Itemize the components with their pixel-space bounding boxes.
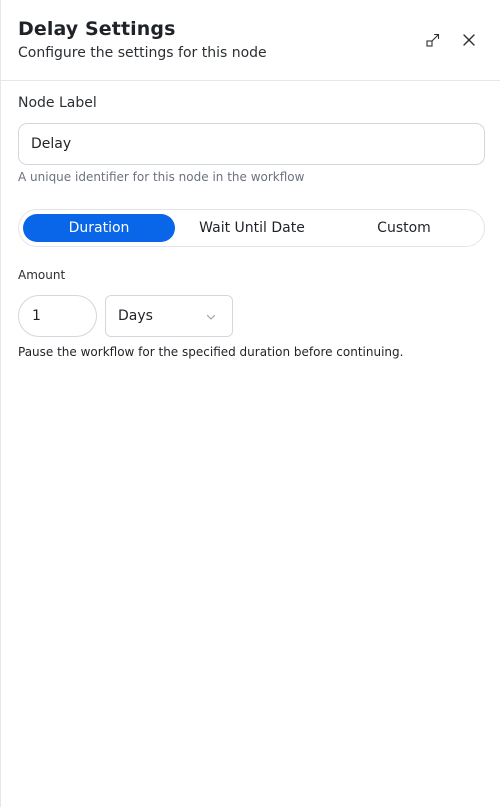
node-label-title: Node Label [18,95,97,111]
expand-button[interactable] [422,29,444,51]
panel-title: Delay Settings [18,18,176,40]
unit-select[interactable]: Days [105,295,233,337]
chevron-down-icon [206,314,216,320]
close-button[interactable] [458,29,480,51]
close-icon [463,34,475,46]
delay-mode-tabs: Duration Wait Until Date Custom [18,209,485,247]
settings-panel: Delay Settings Configure the settings fo… [0,0,500,807]
node-label-help: A unique identifier for this node in the… [18,170,305,184]
amount-input[interactable] [18,295,97,337]
tab-custom[interactable]: Custom [329,214,479,242]
node-label-input[interactable] [18,123,485,165]
panel-subtitle: Configure the settings for this node [18,45,267,61]
tab-duration[interactable]: Duration [23,214,175,242]
amount-label: Amount [18,268,66,282]
panel-header: Delay Settings Configure the settings fo… [1,0,500,81]
tab-wait-until-date[interactable]: Wait Until Date [177,214,327,242]
amount-description: Pause the workflow for the specified dur… [18,345,404,359]
expand-icon [426,33,440,47]
unit-select-value: Days [118,308,153,324]
